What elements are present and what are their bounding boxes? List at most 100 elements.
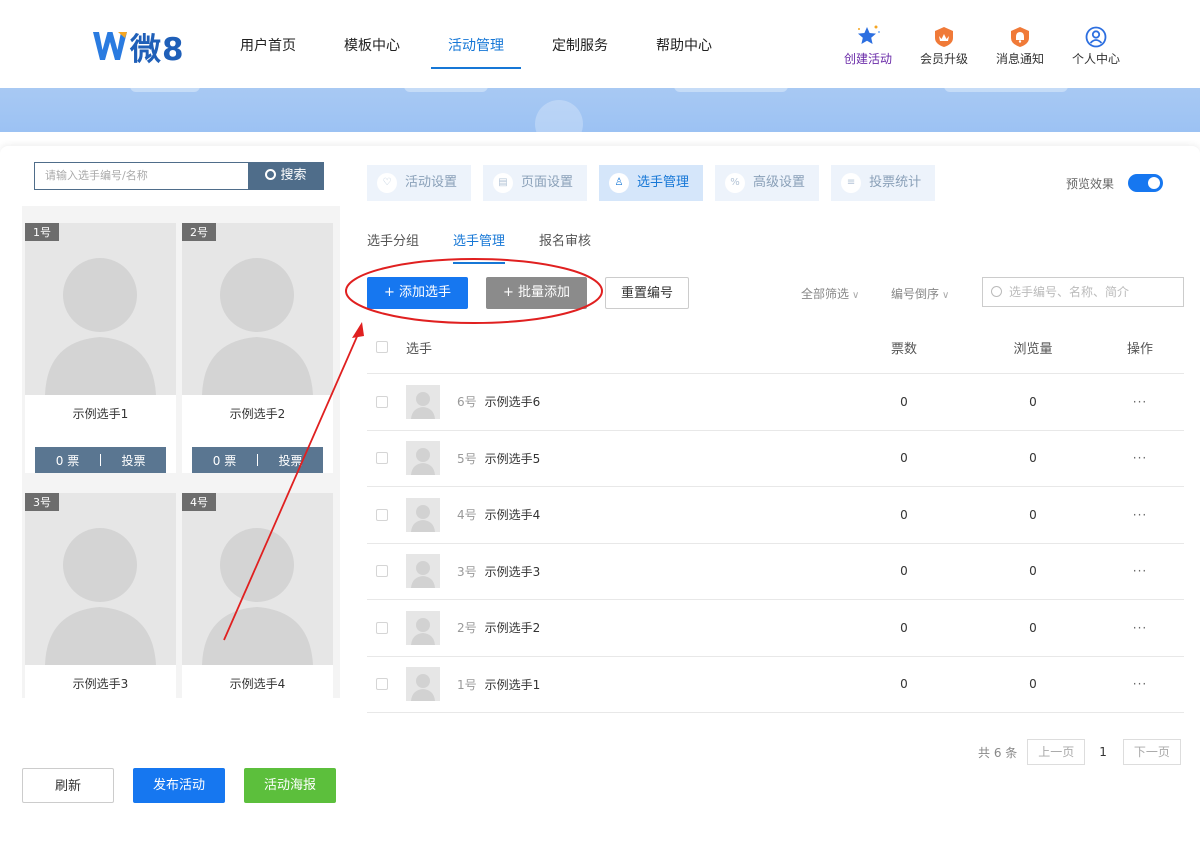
nav-help-center[interactable]: 帮助中心 — [656, 0, 712, 88]
vote-count: 0 票 — [55, 453, 80, 468]
pagination: 共 6 条 上一页 1 下一页 — [978, 739, 1181, 765]
chevron-down-icon: ∨ — [942, 290, 950, 301]
bell-badge-icon — [982, 24, 1058, 48]
player-cell: 5号 示例选手5 — [406, 441, 540, 476]
notifications-label: 消息通知 — [995, 52, 1044, 66]
search-icon — [265, 169, 277, 180]
tab-advanced-settings[interactable]: % 高级设置 — [715, 165, 820, 201]
tab-activity-settings[interactable]: ♡ 活动设置 — [367, 165, 472, 201]
tab-player-management[interactable]: ♙ 选手管理 — [599, 165, 704, 201]
player-search-input[interactable]: 选手编号、名称、简介 — [982, 277, 1184, 307]
preview-tab-vote[interactable]: 投票 — [102, 698, 182, 701]
tab-vote-statistics[interactable]: ≡ 投票统计 — [831, 165, 936, 201]
player-name: 示例选手3 — [484, 564, 541, 579]
table-row: 5号 示例选手5 0 0 ··· — [367, 431, 1184, 487]
activity-poster-button[interactable]: 活动海报 — [244, 768, 336, 803]
player-number-badge: 1号 — [25, 223, 59, 241]
player-number: 5号 — [457, 451, 477, 466]
current-page[interactable]: 1 — [1099, 745, 1107, 759]
table-row: 3号 示例选手3 0 0 ··· — [367, 544, 1184, 600]
shield-icon: ♡ — [377, 173, 397, 193]
publish-activity-button[interactable]: 发布活动 — [133, 768, 225, 803]
select-all-checkbox[interactable] — [376, 341, 388, 353]
next-page-button[interactable]: 下一页 — [1122, 739, 1181, 765]
player-name: 示例选手4 — [484, 508, 541, 523]
nav-home[interactable]: 用户首页 — [240, 0, 296, 88]
player-card[interactable]: 3号 示例选手3 — [25, 493, 176, 701]
vote-button[interactable]: 投票 — [258, 452, 323, 469]
nav-custom-service[interactable]: 定制服务 — [552, 0, 608, 88]
batch-add-button[interactable]: + 批量添加 — [486, 277, 587, 309]
player-cell: 3号 示例选手3 — [406, 554, 541, 589]
row-checkbox[interactable] — [376, 452, 388, 465]
player-number: 4号 — [457, 508, 477, 523]
player-subtabs: 选手分组 选手管理 报名审核 — [367, 230, 625, 264]
preview-search-input[interactable]: 请输入选手编号/名称 — [34, 162, 248, 190]
vote-button[interactable]: 投票 — [101, 452, 166, 469]
table-row: 1号 示例选手1 0 0 ··· — [367, 657, 1184, 713]
star-icon — [830, 24, 906, 48]
person-placeholder-icon — [45, 528, 156, 665]
personal-center-button[interactable]: 个人中心 — [1058, 24, 1134, 67]
row-checkbox[interactable] — [376, 621, 388, 634]
tab-label: 选手管理 — [637, 175, 690, 190]
player-photo: 3号 — [25, 493, 176, 665]
header-actions: 创建活动 会员升级 消息通知 个人中心 — [830, 24, 1134, 67]
player-thumbnail — [406, 441, 440, 476]
player-photo: 4号 — [182, 493, 333, 665]
row-checkbox[interactable] — [376, 565, 388, 578]
create-activity-button[interactable]: 创建活动 — [830, 24, 906, 67]
refresh-button[interactable]: 刷新 — [22, 768, 114, 803]
row-checkbox[interactable] — [376, 395, 388, 408]
banner-text-fragment — [674, 88, 788, 92]
preview-effect-switch[interactable] — [1128, 174, 1164, 192]
member-upgrade-button[interactable]: 会员升级 — [906, 24, 982, 67]
chevron-down-icon: ∨ — [852, 290, 860, 301]
player-cell: 6号 示例选手6 — [406, 384, 541, 419]
sort-dropdown[interactable]: 编号倒序 ∨ — [891, 285, 949, 302]
sort-label: 编号倒序 — [891, 287, 940, 301]
player-thumbnail — [406, 554, 440, 589]
logo[interactable]: 微8 — [92, 26, 185, 68]
preview-tab-signup[interactable]: 报名 — [261, 698, 341, 701]
nav-activity-management[interactable]: 活动管理 — [431, 0, 521, 88]
create-activity-label: 创建活动 — [843, 52, 892, 66]
preview-tab-ranking[interactable]: 排行 — [181, 698, 261, 701]
subtab-signup-review[interactable]: 报名审核 — [539, 230, 591, 264]
add-player-button[interactable]: + 添加选手 — [367, 277, 468, 309]
person-placeholder-icon — [202, 258, 313, 395]
preview-search-button[interactable]: 搜索 — [248, 162, 324, 190]
person-placeholder-icon — [411, 391, 435, 419]
nav-templates[interactable]: 模板中心 — [344, 0, 400, 88]
mobile-preview: 请输入选手编号/名称 搜索 1号 示例选手1 0 票投票 2号 示例选手2 0 … — [22, 146, 340, 701]
notifications-button[interactable]: 消息通知 — [982, 24, 1058, 67]
person-placeholder-icon — [411, 674, 435, 702]
preview-search-bar: 请输入选手编号/名称 搜索 — [22, 146, 340, 206]
player-name: 示例选手6 — [484, 395, 541, 410]
player-card[interactable]: 4号 示例选手4 — [182, 493, 333, 701]
player-number-badge: 3号 — [25, 493, 59, 511]
crown-badge-icon — [906, 24, 982, 48]
row-checkbox[interactable] — [376, 678, 388, 691]
vote-bar: 0 票 投票 — [35, 447, 166, 473]
subtab-player-groups[interactable]: 选手分组 — [367, 230, 419, 264]
person-placeholder-icon — [45, 258, 156, 395]
player-card[interactable]: 1号 示例选手1 0 票 投票 — [25, 223, 176, 473]
member-upgrade-label: 会员升级 — [919, 52, 968, 66]
row-checkbox[interactable] — [376, 508, 388, 521]
player-number: 1号 — [457, 677, 477, 692]
filter-all-dropdown[interactable]: 全部筛选 ∨ — [801, 285, 859, 302]
table-header: 选手 票数 浏览量 操作 — [367, 321, 1184, 374]
tab-page-settings[interactable]: ▤ 页面设置 — [483, 165, 588, 201]
subtab-player-management[interactable]: 选手管理 — [453, 230, 506, 264]
banner-text-fragment — [404, 88, 488, 92]
player-thumbnail — [406, 610, 440, 645]
reset-numbers-button[interactable]: 重置编号 — [605, 277, 689, 309]
player-card[interactable]: 2号 示例选手2 0 票 投票 — [182, 223, 333, 473]
prev-page-button[interactable]: 上一页 — [1027, 739, 1086, 765]
preview-tab-intro[interactable]: 介绍 — [22, 698, 102, 701]
tab-label: 页面设置 — [521, 175, 574, 190]
player-name: 示例选手1 — [484, 677, 541, 692]
preview-search-label: 搜索 — [280, 168, 307, 183]
player-photo: 2号 — [182, 223, 333, 395]
